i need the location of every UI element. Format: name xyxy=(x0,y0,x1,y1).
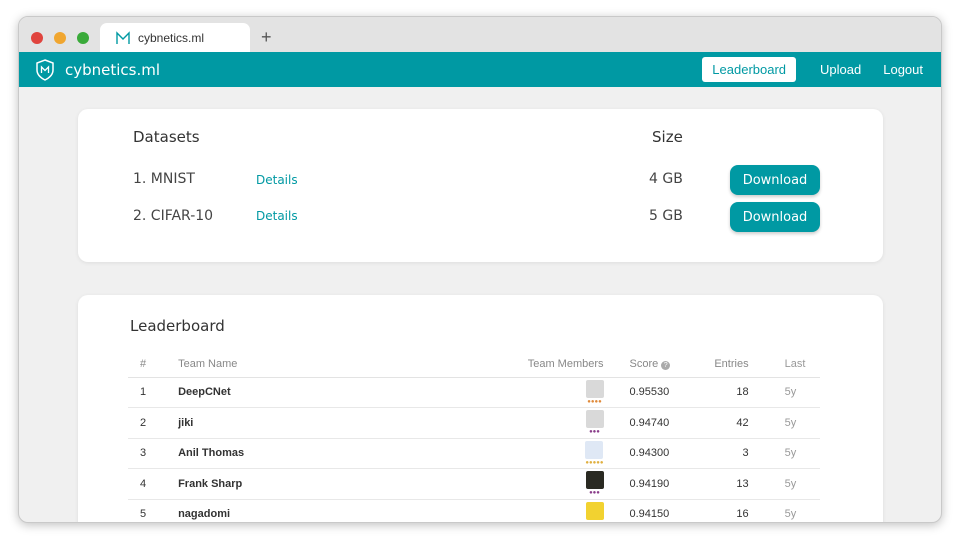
new-tab-button[interactable]: + xyxy=(261,25,272,49)
last-cell: 5y xyxy=(756,377,820,408)
avatar[interactable]: ●●● xyxy=(585,410,604,436)
close-window-button[interactable] xyxy=(31,32,43,44)
datasets-card: Datasets Size 1. MNIST Details 4 GB Down… xyxy=(78,109,883,262)
team-column-header: Team Name xyxy=(178,351,526,378)
brand-name: cybnetics.ml xyxy=(65,60,161,79)
entries-column-header: Entries xyxy=(695,351,757,378)
help-icon[interactable]: ? xyxy=(661,360,671,370)
maximize-window-button[interactable] xyxy=(77,32,89,44)
last-cell: 5y xyxy=(756,407,820,439)
score-column-header: Score? xyxy=(613,351,696,378)
medal-dots: ●●●●● xyxy=(585,459,604,466)
table-row: 4 Frank Sharp ●●● 0.94190 13 5y xyxy=(128,468,820,500)
rank-cell: 5 xyxy=(128,499,179,522)
leaderboard-title: Leaderboard xyxy=(130,317,225,335)
score-cell: 0.94300 xyxy=(613,438,696,469)
team-members-cell: ●●●●● xyxy=(525,438,614,469)
last-cell: 5y xyxy=(756,468,820,500)
avatar-image xyxy=(585,471,604,490)
table-row: 1 DeepCNet ●●●● 0.95530 18 5y xyxy=(128,377,820,408)
dataset-name: 2. CIFAR-10 xyxy=(133,208,214,224)
rank-cell: 1 xyxy=(128,377,179,408)
rank-cell: 3 xyxy=(128,438,179,469)
avatar-image xyxy=(585,379,604,398)
team-members-cell: ●●●● xyxy=(525,377,614,408)
dataset-size: 4 GB xyxy=(649,171,683,187)
score-header-label: Score xyxy=(629,357,659,370)
table-row: 5 nagadomi 0.94150 16 5y xyxy=(128,499,820,522)
title-bar: cybnetics.ml + xyxy=(19,17,941,52)
avatar[interactable]: ●●●● xyxy=(585,379,604,405)
leaderboard-table: # Team Name Team Members Score? Entries … xyxy=(128,351,820,522)
team-name-cell[interactable]: Frank Sharp xyxy=(178,468,526,500)
tab-title: cybnetics.ml xyxy=(138,30,205,45)
avatar-image xyxy=(585,501,604,520)
score-cell: 0.95530 xyxy=(613,377,696,408)
leaderboard-body: 1 DeepCNet ●●●● 0.95530 18 5y 2 jiki ●●●… xyxy=(128,377,820,522)
table-row: 2 jiki ●●● 0.94740 42 5y xyxy=(128,407,820,439)
rank-column-header: # xyxy=(128,351,179,378)
size-header: Size xyxy=(652,128,683,146)
download-button[interactable]: Download xyxy=(730,165,820,195)
score-cell: 0.94190 xyxy=(613,468,696,500)
table-row: 3 Anil Thomas ●●●●● 0.94300 3 5y xyxy=(128,438,820,469)
minimize-window-button[interactable] xyxy=(54,32,66,44)
nav-upload-link[interactable]: Upload xyxy=(820,62,861,77)
last-column-header: Last xyxy=(756,351,820,378)
site-favicon-icon xyxy=(116,30,130,45)
score-cell: 0.94740 xyxy=(613,407,696,439)
rank-cell: 4 xyxy=(128,468,179,500)
medal-dots: ●●● xyxy=(589,490,600,497)
avatar[interactable] xyxy=(585,501,604,522)
dataset-details-link[interactable]: Details xyxy=(256,173,298,187)
team-name-cell[interactable]: nagadomi xyxy=(178,499,526,522)
shield-logo-icon xyxy=(35,58,55,81)
team-name-cell[interactable]: DeepCNet xyxy=(178,377,526,408)
dataset-name: 1. MNIST xyxy=(133,171,195,187)
avatar-image xyxy=(585,440,604,459)
nav-links: Leaderboard Upload Logout xyxy=(702,57,923,82)
medal-dots: ●●●● xyxy=(587,398,602,405)
team-members-cell: ●●● xyxy=(525,468,614,500)
nav-leaderboard-button[interactable]: Leaderboard xyxy=(702,57,797,82)
leaderboard-card: Leaderboard # Team Name Team Members Sco… xyxy=(78,295,883,522)
medal-dots: ●●● xyxy=(589,429,600,436)
dataset-size: 5 GB xyxy=(649,208,683,224)
download-button[interactable]: Download xyxy=(730,202,820,232)
entries-cell: 13 xyxy=(695,468,757,500)
table-header-row: # Team Name Team Members Score? Entries … xyxy=(128,351,820,378)
entries-cell: 3 xyxy=(695,438,757,469)
browser-tab[interactable]: cybnetics.ml xyxy=(100,23,250,52)
avatar[interactable]: ●●●●● xyxy=(585,440,604,466)
entries-cell: 16 xyxy=(695,499,757,522)
team-members-cell xyxy=(525,499,614,522)
members-column-header: Team Members xyxy=(525,351,614,378)
entries-cell: 18 xyxy=(695,377,757,408)
entries-cell: 42 xyxy=(695,407,757,439)
team-name-cell[interactable]: jiki xyxy=(178,407,526,439)
datasets-header: Datasets xyxy=(133,128,200,146)
last-cell: 5y xyxy=(756,499,820,522)
dataset-details-link[interactable]: Details xyxy=(256,209,298,223)
last-cell: 5y xyxy=(756,438,820,469)
avatar[interactable]: ●●● xyxy=(585,471,604,497)
brand[interactable]: cybnetics.ml xyxy=(35,58,161,81)
nav-logout-link[interactable]: Logout xyxy=(883,62,923,77)
score-cell: 0.94150 xyxy=(613,499,696,522)
team-members-cell: ●●● xyxy=(525,407,614,439)
navbar: cybnetics.ml Leaderboard Upload Logout xyxy=(19,52,941,87)
avatar-image xyxy=(585,410,604,429)
team-name-cell[interactable]: Anil Thomas xyxy=(178,438,526,469)
rank-cell: 2 xyxy=(128,407,179,439)
browser-window: cybnetics.ml + cybnetics.ml Leaderboard … xyxy=(18,16,942,523)
